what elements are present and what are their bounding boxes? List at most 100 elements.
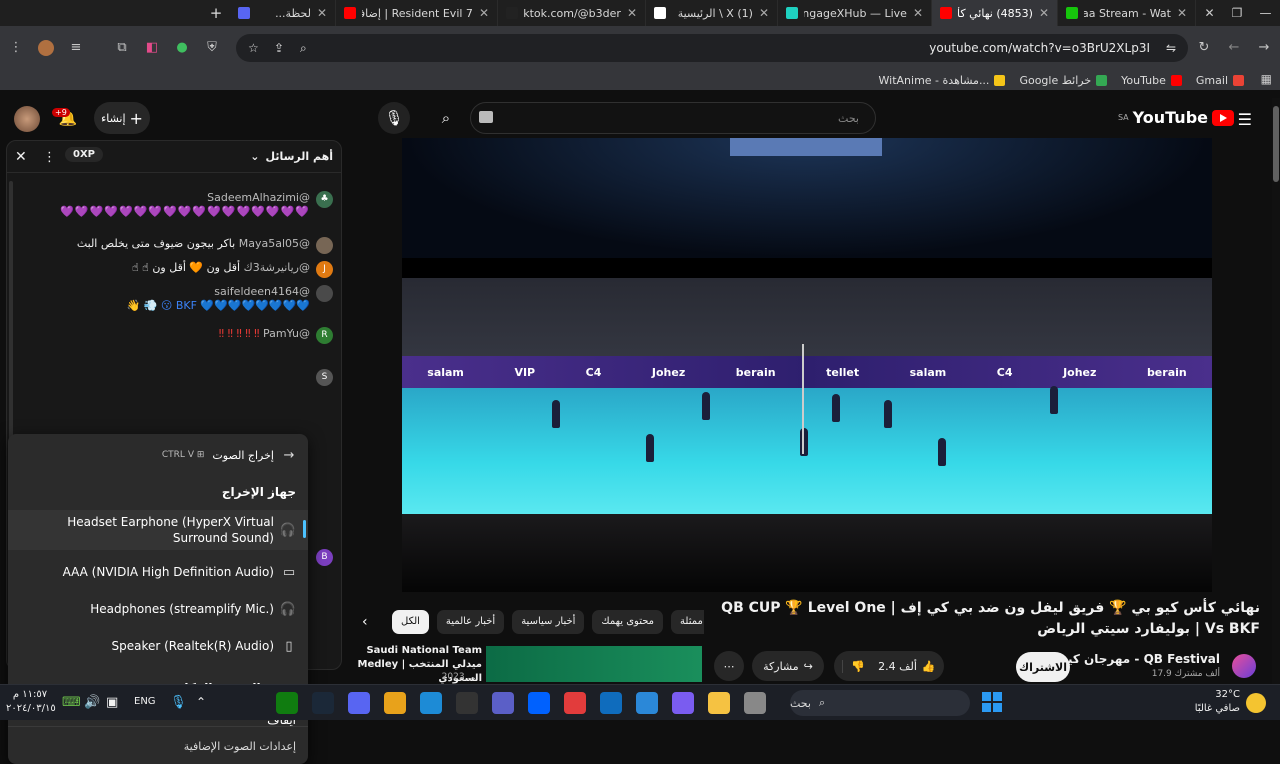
browser-tab[interactable]: tmnaa Stream - Wat ✕ <box>1058 0 1196 26</box>
hamburger-menu-icon[interactable]: ☰ <box>1238 110 1252 129</box>
chat-menu-icon[interactable]: ⋮ <box>43 150 56 165</box>
gamepad-icon[interactable]: ⌨ <box>62 695 81 710</box>
bookmark-item[interactable]: WitAnime - مشاهدة... <box>879 74 1006 87</box>
like-count[interactable]: 2.4 ألف <box>878 660 917 673</box>
chrome-icon[interactable] <box>384 692 406 714</box>
explorer-icon[interactable] <box>708 692 730 714</box>
discord-icon[interactable] <box>348 692 370 714</box>
volume-icon[interactable]: 🔊 <box>84 695 100 710</box>
chat-avatar[interactable]: R <box>316 327 333 344</box>
extensions-icon[interactable]: ⧉ <box>114 40 130 56</box>
xbox-icon[interactable] <box>276 692 298 714</box>
site-settings-icon[interactable]: ⇋ <box>1166 41 1176 55</box>
browser-tab[interactable]: (4853) نهائي كأس ✕ <box>932 0 1058 26</box>
steam-icon[interactable] <box>312 692 334 714</box>
chat-mode-selector[interactable]: ⌄ أهم الرسائل <box>250 150 333 163</box>
chat-username[interactable]: @saifeldeen4164 <box>214 285 310 298</box>
channel-avatar[interactable] <box>1232 654 1256 678</box>
filter-chip[interactable]: الكل <box>392 610 429 634</box>
close-tab-icon[interactable]: ✕ <box>627 6 637 20</box>
close-tab-icon[interactable]: ✕ <box>1039 6 1049 20</box>
tab-search-icon[interactable]: ≡ <box>68 40 84 56</box>
audio-menu-header[interactable]: → إخراج الصوت ⊞ CTRL V <box>8 444 308 466</box>
reload-icon[interactable]: ↻ <box>1196 40 1212 56</box>
chat-avatar[interactable]: J <box>316 261 333 278</box>
network-icon[interactable]: ▣ <box>106 695 118 710</box>
page-scrollbar[interactable] <box>1272 98 1280 684</box>
page-scroll-thumb[interactable] <box>1273 106 1279 182</box>
browser-tab[interactable]: (1) X \ الرئيسية ✕ <box>646 0 778 26</box>
chat-avatar[interactable]: ♣ <box>316 191 333 208</box>
minimize-icon[interactable]: — <box>1259 6 1271 20</box>
chat-username[interactable]: @PamYu <box>263 327 310 340</box>
epic-icon[interactable] <box>456 692 478 714</box>
bookmark-item[interactable]: Google خرائط <box>1019 74 1108 87</box>
zoom-icon[interactable]: ⌕ <box>300 41 307 56</box>
audio-device-option[interactable]: ▯ Speaker (Realtek(R) Audio) <box>8 634 308 658</box>
recommendation-thumbnail[interactable] <box>486 646 702 682</box>
back-icon[interactable]: → <box>1256 40 1272 56</box>
shield-icon[interactable]: ⛨ <box>204 40 220 56</box>
audio-device-option[interactable]: 🎧 Headphones (streamplify Mic.) <box>8 597 308 621</box>
close-tab-icon[interactable]: ✕ <box>913 6 923 20</box>
browser-tab[interactable]: Resident Evil 7 | إضافة ✕ <box>336 0 498 26</box>
filter-chip[interactable]: محتوى يهمك <box>592 610 664 634</box>
chat-avatar[interactable] <box>316 237 333 254</box>
chat-avatar[interactable]: B <box>316 549 333 566</box>
share-page-icon[interactable]: ⇪ <box>274 41 284 55</box>
maximize-icon[interactable]: ❐ <box>1232 6 1243 20</box>
clock[interactable]: ١١:٥٧ م ٢٠٢٤/٠٣/١٥ <box>6 688 56 716</box>
chat-avatar[interactable]: S <box>316 369 333 386</box>
close-tab-icon[interactable]: ✕ <box>1177 6 1187 20</box>
extension-icon[interactable]: ◧ <box>144 40 160 56</box>
address-bar[interactable]: ☆ ⇪ ⌕ youtube.com/watch?v=o3BrU2XLp3I ⇋ <box>236 34 1188 62</box>
chat-avatar[interactable] <box>316 285 333 302</box>
tray-overflow-icon[interactable]: ⌃ <box>196 695 206 709</box>
store-icon[interactable] <box>636 692 658 714</box>
chips-scroll-left-icon[interactable]: ‹ <box>362 614 368 630</box>
browser-tab[interactable]: tiktok.com/@b3der/ ✕ <box>498 0 646 26</box>
more-audio-settings-link[interactable]: إعدادات الصوت الإضافية <box>8 736 308 756</box>
teams-icon[interactable] <box>492 692 514 714</box>
new-tab-button[interactable]: + <box>202 0 230 26</box>
chat-username[interactable]: @Maya5al05 <box>239 237 310 250</box>
filter-chip[interactable]: أخبار عالمية <box>436 610 505 634</box>
close-chat-icon[interactable]: ✕ <box>15 149 27 165</box>
bookmark-item[interactable]: Gmail <box>1196 74 1244 87</box>
chat-username[interactable]: @ريانيرشة3ك <box>244 261 310 274</box>
keyboard-icon[interactable] <box>479 111 493 123</box>
outlook-icon[interactable] <box>600 692 622 714</box>
subscribe-button[interactable]: الاشتراك <box>1016 652 1070 682</box>
chat-username[interactable]: @SadeemAlhazimi <box>207 191 310 204</box>
language-indicator[interactable]: ENG <box>134 696 156 707</box>
bookmark-item[interactable]: YouTube <box>1121 74 1182 87</box>
forward-icon[interactable]: ← <box>1226 40 1242 56</box>
close-window-icon[interactable]: ✕ <box>1205 6 1215 20</box>
profile-avatar[interactable] <box>38 40 54 56</box>
app-red-icon[interactable] <box>564 692 586 714</box>
menu-icon[interactable]: ⋮ <box>8 40 24 56</box>
close-tab-icon[interactable]: ✕ <box>759 6 769 20</box>
filter-chip[interactable]: أخبار سياسية <box>512 610 585 634</box>
close-tab-icon[interactable]: ✕ <box>317 6 327 20</box>
copilot-icon[interactable] <box>672 692 694 714</box>
browser-tab[interactable]: EngageXHub — Live ✕ <box>778 0 932 26</box>
voice-search-icon[interactable]: 🎙 <box>378 102 410 134</box>
more-actions-button[interactable]: ⋯ <box>714 651 744 681</box>
youtube-logo[interactable]: SA YouTube <box>1118 108 1234 127</box>
share-button[interactable]: مشاركة ↪ <box>752 651 824 681</box>
extension-badge-icon[interactable]: ● <box>174 40 190 56</box>
audio-device-option[interactable]: ▭ AAA (NVIDIA High Definition Audio) <box>8 560 308 584</box>
apps-grid-icon[interactable]: ▦ <box>1261 72 1272 86</box>
back-arrow-icon[interactable]: → <box>282 448 296 463</box>
filter-chip[interactable]: فيديوهات ممثلة <box>671 610 704 634</box>
search-button[interactable]: ⌕ <box>430 102 462 134</box>
dropbox-icon[interactable] <box>528 692 550 714</box>
start-button[interactable] <box>982 692 1002 712</box>
close-tab-icon[interactable]: ✕ <box>479 6 489 20</box>
weather-widget[interactable]: 32°C صافي غالبًا <box>1180 688 1240 716</box>
microphone-icon[interactable]: 🎙 <box>170 695 187 710</box>
create-button[interactable]: إنشاء + <box>94 102 150 134</box>
bookmark-star-icon[interactable]: ☆ <box>248 41 259 55</box>
notifications-bell-icon[interactable]: 🔔 <box>52 102 84 134</box>
